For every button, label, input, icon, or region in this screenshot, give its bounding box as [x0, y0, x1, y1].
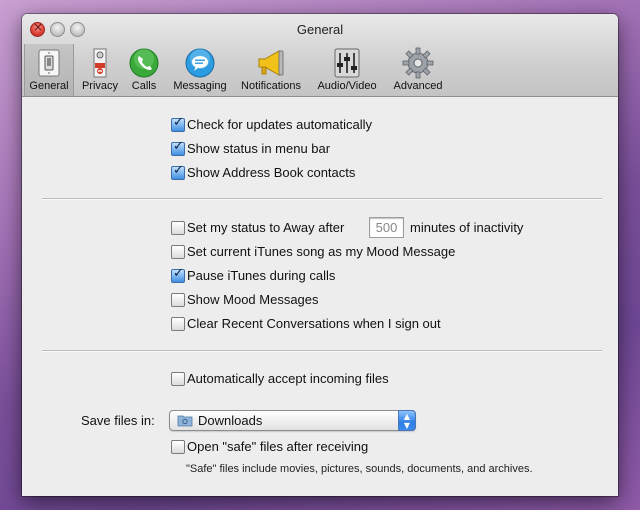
open-safe-label: Open "safe" files after receiving	[187, 439, 369, 454]
phone-icon	[129, 48, 159, 78]
save-location-value: Downloads	[198, 413, 263, 428]
itunes-mood-checkbox[interactable]	[171, 245, 185, 259]
safe-files-note: "Safe" files include movies, pictures, s…	[186, 463, 533, 475]
gear-icon	[402, 47, 434, 79]
light-switch-icon	[38, 49, 60, 77]
tab-notifications[interactable]: Notifications	[236, 44, 306, 96]
tab-messaging[interactable]: Messaging	[168, 44, 232, 96]
folder-icon	[177, 415, 193, 427]
away-minutes-suffix: minutes of inactivity	[410, 220, 524, 235]
show-mood-label: Show Mood Messages	[187, 292, 319, 307]
open-safe-checkbox[interactable]	[171, 440, 185, 454]
window-title: General	[296, 22, 344, 37]
door-hanger-icon	[93, 48, 107, 78]
toolbar: General General Pri	[22, 14, 618, 97]
tab-audio-video-label: Audio/Video	[317, 80, 377, 92]
tab-advanced-label: Advanced	[393, 80, 443, 92]
general-pane: Check for updates automatically Show sta…	[22, 97, 618, 496]
tab-notifications-label: Notifications	[241, 80, 301, 92]
clear-recent-label: Clear Recent Conversations when I sign o…	[187, 316, 441, 331]
speech-bubble-icon	[185, 48, 215, 78]
tab-advanced[interactable]: Advanced	[388, 44, 448, 96]
megaphone-icon	[258, 50, 284, 76]
tab-messaging-label: Messaging	[173, 80, 227, 92]
tab-general[interactable]: General	[24, 44, 74, 96]
check-updates-checkbox[interactable]	[171, 115, 185, 132]
tab-general-label: General	[29, 80, 69, 92]
popup-arrows-icon: ▲ ▼	[398, 410, 416, 431]
pause-itunes-checkbox[interactable]	[171, 266, 185, 283]
save-location-popup[interactable]: Downloads ▲ ▼	[169, 410, 416, 431]
separator	[42, 198, 602, 199]
tab-privacy-label: Privacy	[81, 80, 119, 92]
status-menu-bar-label: Show status in menu bar	[187, 141, 331, 156]
status-menu-bar-checkbox[interactable]	[171, 139, 185, 156]
address-book-label: Show Address Book contacts	[187, 165, 356, 180]
away-status-checkbox[interactable]	[171, 221, 185, 235]
tab-calls[interactable]: Calls	[126, 44, 162, 96]
auto-accept-checkbox[interactable]	[171, 372, 185, 386]
tab-audio-video[interactable]: Audio/Video	[312, 44, 382, 96]
auto-accept-label: Automatically accept incoming files	[187, 371, 389, 386]
show-mood-checkbox[interactable]	[171, 293, 185, 307]
itunes-mood-label: Set current iTunes song as my Mood Messa…	[187, 244, 456, 259]
pause-itunes-label: Pause iTunes during calls	[187, 268, 336, 283]
separator	[42, 350, 602, 351]
save-files-label: Save files in:	[81, 413, 155, 428]
clear-recent-checkbox[interactable]	[171, 317, 185, 331]
preferences-window: General General Pri	[22, 14, 618, 496]
mixer-icon	[334, 48, 360, 78]
check-updates-label: Check for updates automatically	[187, 117, 372, 132]
away-minutes-field[interactable]	[369, 217, 404, 238]
tab-privacy[interactable]: Privacy	[78, 44, 122, 96]
address-book-checkbox[interactable]	[171, 163, 185, 180]
away-status-label: Set my status to Away after	[187, 220, 345, 235]
tab-calls-label: Calls	[131, 80, 157, 92]
